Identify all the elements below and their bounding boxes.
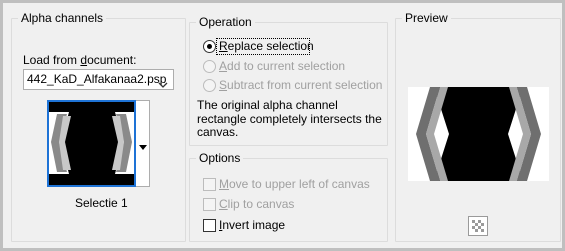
checkerboard-icon[interactable] xyxy=(468,216,488,236)
operation-info-line-1: The original alpha channel xyxy=(197,98,338,112)
caret-down-icon xyxy=(139,139,147,153)
alpha-channel-thumbnail-image xyxy=(49,102,134,185)
preview-title: Preview xyxy=(402,10,451,26)
invert-image-checkbox[interactable] xyxy=(203,219,216,232)
add-to-selection-radio[interactable] xyxy=(203,60,216,73)
document-select-value: 442_KaD_Alfakanaa2.psp xyxy=(27,72,167,86)
operation-info-line-3: canvas. xyxy=(197,125,239,139)
subtract-from-selection-label[interactable]: Subtract from current selection xyxy=(219,78,382,93)
thumbnail-dropdown-button[interactable] xyxy=(136,100,150,187)
move-to-upper-left-checkbox[interactable] xyxy=(203,178,216,191)
load-selection-dialog: Alpha channels Load from document: 442_K… xyxy=(0,0,565,251)
alpha-channels-title: Alpha channels xyxy=(18,10,107,26)
load-from-document-label: Load from document: xyxy=(23,53,137,67)
chevron-down-icon xyxy=(158,77,168,92)
invert-image-label[interactable]: Invert image xyxy=(219,218,285,233)
replace-selection-label[interactable]: Replace selection xyxy=(219,39,314,54)
subtract-from-selection-radio[interactable] xyxy=(203,79,216,92)
document-select[interactable]: 442_KaD_Alfakanaa2.psp xyxy=(23,69,174,90)
preview-image xyxy=(408,87,549,181)
alpha-channel-thumbnail[interactable] xyxy=(47,100,136,187)
replace-selection-radio[interactable] xyxy=(203,40,216,53)
move-to-upper-left-label[interactable]: Move to upper left of canvas xyxy=(219,177,370,192)
add-to-selection-label[interactable]: Add to current selection xyxy=(219,59,345,74)
selection-name-label: Selectie 1 xyxy=(75,196,128,210)
clip-to-canvas-label[interactable]: Clip to canvas xyxy=(219,197,294,212)
operation-title: Operation xyxy=(196,14,255,30)
clip-to-canvas-checkbox[interactable] xyxy=(203,198,216,211)
options-title: Options xyxy=(196,150,244,166)
